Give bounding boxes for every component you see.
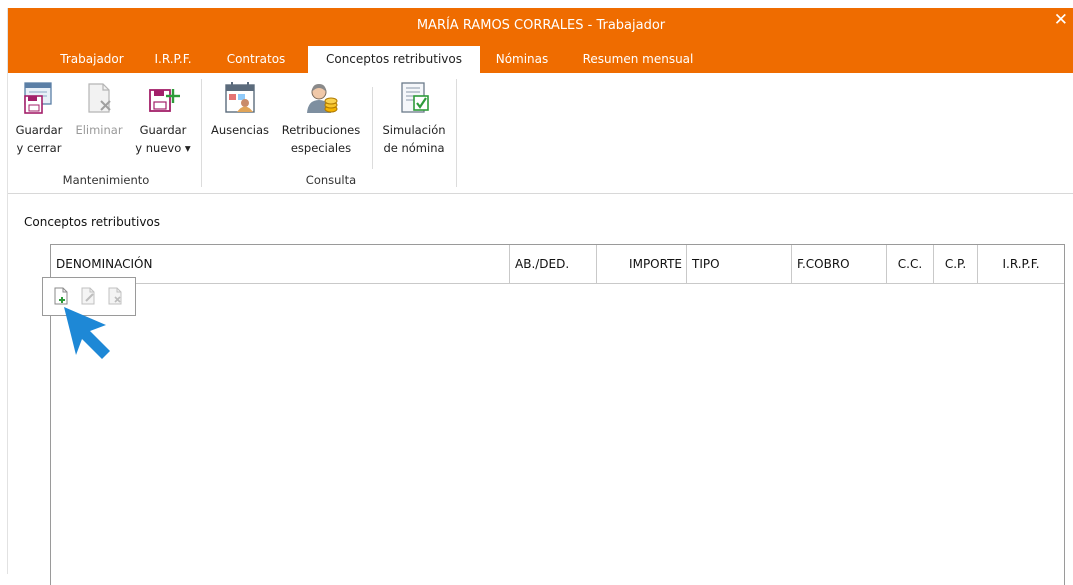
special-payments-label-2: especiales — [290, 141, 352, 155]
special-payments-icon — [307, 84, 338, 113]
column-header-importe[interactable]: IMPORTE — [597, 245, 687, 283]
absences-button[interactable]: Ausencias — [208, 81, 272, 139]
delete-button[interactable]: Eliminar — [71, 81, 127, 139]
column-header-tipo[interactable]: TIPO — [687, 245, 792, 283]
save-close-label-1: Guardar — [15, 123, 63, 137]
pointer-arrow-icon — [64, 307, 110, 359]
group-label-mantenimiento: Mantenimiento — [62, 173, 150, 187]
delete-row-icon[interactable] — [107, 287, 123, 305]
window-title: MARÍA RAMOS CORRALES - Trabajador — [416, 18, 666, 33]
delete-document-icon — [88, 83, 111, 113]
save-close-label-2: y cerrar — [16, 141, 62, 155]
save-close-icon — [24, 82, 52, 114]
absences-label: Ausencias — [210, 123, 270, 137]
concepts-table[interactable]: DENOMINACIÓN AB./DED. IMPORTE TIPO F.COB… — [50, 244, 1065, 585]
column-header-ab-ded[interactable]: AB./DED. — [510, 245, 597, 283]
ribbon: Guardar y cerrar Eliminar Guardar y nuev… — [8, 73, 1073, 194]
section-title: Conceptos retributivos — [24, 215, 161, 229]
close-icon[interactable]: ✕ — [1054, 12, 1068, 29]
edit-row-icon[interactable] — [80, 287, 96, 305]
tab-irpf[interactable]: I.R.P.F. — [142, 46, 204, 73]
save-close-button[interactable]: Guardar y cerrar — [10, 81, 68, 157]
tab-conceptos-retributivos[interactable]: Conceptos retributivos — [308, 46, 480, 73]
column-header-cp[interactable]: C.P. — [934, 245, 978, 283]
tab-contratos[interactable]: Contratos — [220, 46, 292, 73]
absences-calendar-icon — [225, 82, 255, 113]
column-header-f-cobro[interactable]: F.COBRO — [792, 245, 887, 283]
special-payments-label-1: Retribuciones — [281, 123, 361, 137]
save-new-label-1: Guardar — [139, 123, 187, 137]
group-separator — [201, 79, 202, 187]
tab-trabajador[interactable]: Trabajador — [54, 46, 130, 73]
column-header-irpf[interactable]: I.R.P.F. — [978, 245, 1064, 283]
column-header-cc[interactable]: C.C. — [887, 245, 934, 283]
button-separator — [372, 87, 373, 169]
save-new-label-2: y nuevo ▾ — [135, 141, 191, 155]
tab-resumen-mensual[interactable]: Resumen mensual — [574, 46, 702, 73]
add-row-icon[interactable] — [53, 287, 69, 305]
payroll-simulation-label-2: de nómina — [383, 141, 445, 155]
title-bar: MARÍA RAMOS CORRALES - Trabajador ✕ — [8, 8, 1073, 46]
payroll-simulation-button[interactable]: Simulación de nómina — [378, 81, 450, 157]
group-label-consulta: Consulta — [305, 173, 357, 187]
special-payments-button[interactable]: Retribuciones especiales — [274, 81, 368, 157]
save-new-button[interactable]: Guardar y nuevo ▾ — [132, 81, 194, 157]
group-separator-end — [456, 79, 457, 187]
save-new-icon — [149, 89, 180, 112]
tab-bar: Trabajador I.R.P.F. Contratos Conceptos … — [8, 46, 1073, 73]
payroll-simulation-label-1: Simulación — [382, 123, 446, 137]
delete-label: Eliminar — [75, 123, 123, 137]
table-header: DENOMINACIÓN AB./DED. IMPORTE TIPO F.COB… — [51, 245, 1064, 284]
tab-nominas[interactable]: Nóminas — [490, 46, 554, 73]
payroll-simulation-icon — [401, 82, 429, 113]
employee-window: MARÍA RAMOS CORRALES - Trabajador ✕ Trab… — [7, 8, 1073, 585]
